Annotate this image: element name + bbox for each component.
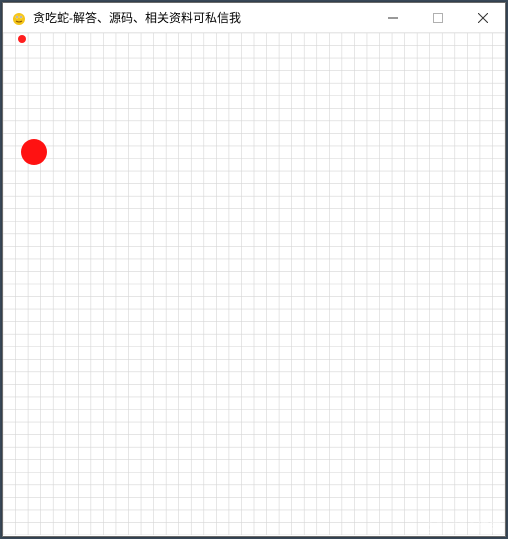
grid-background <box>3 33 505 535</box>
game-canvas[interactable] <box>3 33 505 536</box>
minimize-button[interactable] <box>370 3 415 32</box>
titlebar[interactable]: 贪吃蛇-解答、源码、相关资料可私信我 <box>3 3 505 33</box>
food-dot <box>18 35 26 43</box>
snake-head <box>21 139 47 165</box>
app-window: 贪吃蛇-解答、源码、相关资料可私信我 <box>2 2 506 537</box>
minimize-icon <box>388 13 398 23</box>
window-title: 贪吃蛇-解答、源码、相关资料可私信我 <box>33 9 370 26</box>
close-icon <box>478 13 488 23</box>
maximize-button <box>415 3 460 32</box>
maximize-icon <box>433 13 443 23</box>
snake-app-icon <box>11 10 27 26</box>
window-controls <box>370 3 505 32</box>
close-button[interactable] <box>460 3 505 32</box>
